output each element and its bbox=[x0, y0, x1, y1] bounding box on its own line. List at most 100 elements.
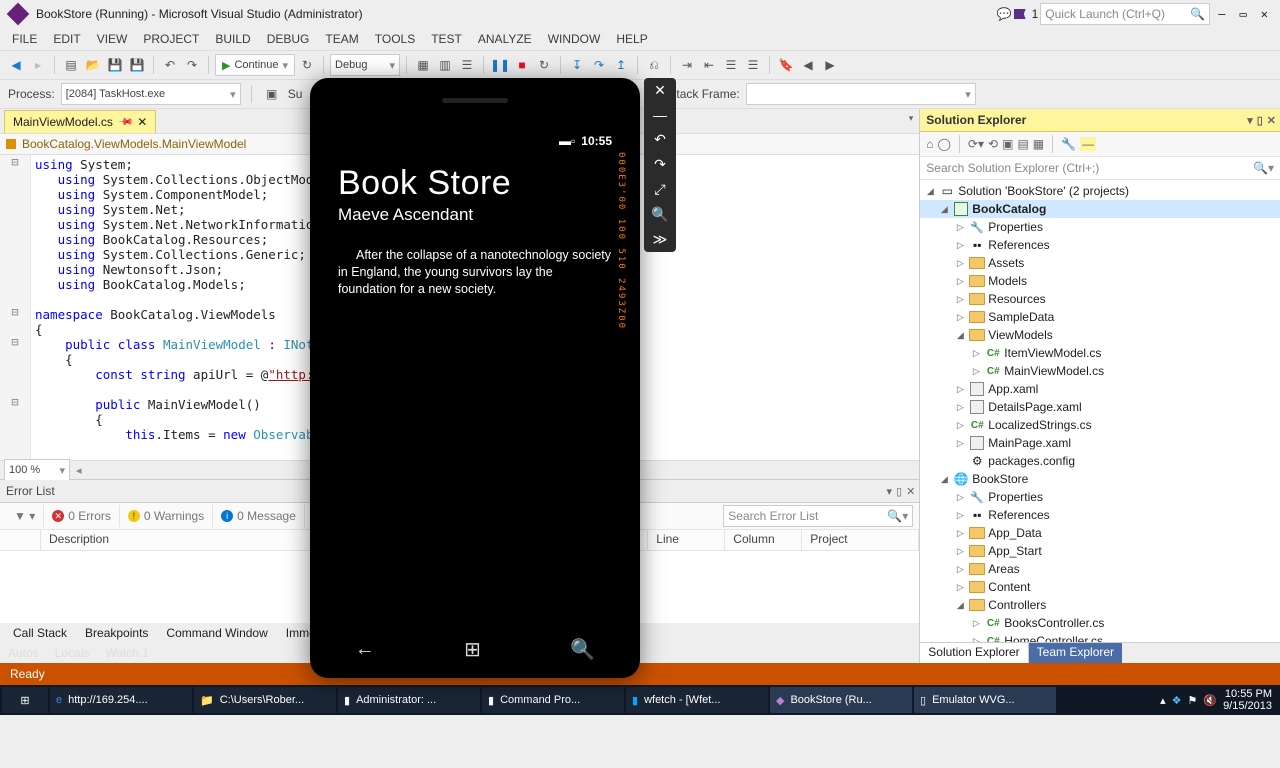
hscroll-left-icon[interactable]: ◂ bbox=[76, 464, 82, 477]
notification-flag-icon[interactable] bbox=[1014, 9, 1026, 19]
errors-toggle[interactable]: ✕ 0 Errors bbox=[44, 505, 120, 527]
properties-icon[interactable]: 🔧 bbox=[1061, 137, 1076, 151]
tree-item[interactable]: packages.config bbox=[988, 454, 1075, 468]
tab-callstack[interactable]: Call Stack bbox=[4, 623, 76, 643]
step-out-button[interactable]: ↥ bbox=[611, 55, 631, 75]
tree-item[interactable]: MainPage.xaml bbox=[988, 436, 1071, 450]
menu-view[interactable]: VIEW bbox=[97, 32, 128, 46]
tree-item[interactable]: DetailsPage.xaml bbox=[988, 400, 1081, 414]
prev-bookmark-icon[interactable]: ◀ bbox=[798, 55, 818, 75]
tray-overflow-icon[interactable]: ▴ bbox=[1160, 694, 1166, 707]
task-item[interactable]: ◆BookStore (Ru... bbox=[770, 687, 912, 713]
uncomment-icon[interactable]: ☰ bbox=[743, 55, 763, 75]
tab-commandwindow[interactable]: Command Window bbox=[157, 623, 276, 643]
pane-close-icon[interactable]: ✕ bbox=[906, 485, 915, 498]
outdent-icon[interactable]: ⇤ bbox=[699, 55, 719, 75]
tree-item[interactable]: Models bbox=[988, 274, 1027, 288]
tab-autos[interactable]: Autos bbox=[8, 646, 39, 660]
menu-build[interactable]: BUILD bbox=[215, 32, 250, 46]
process-combo[interactable]: [2084] TaskHost.exe bbox=[61, 83, 241, 105]
task-item[interactable]: 📁C:\Users\Rober... bbox=[194, 687, 336, 713]
emu-more-button[interactable]: ≫ bbox=[653, 231, 668, 248]
menu-file[interactable]: FILE bbox=[12, 32, 37, 46]
emu-rotate-left-button[interactable]: ↶ bbox=[654, 131, 666, 148]
project-bookcatalog[interactable]: BookCatalog bbox=[972, 202, 1046, 216]
menu-team[interactable]: TEAM bbox=[325, 32, 358, 46]
menu-tools[interactable]: TOOLS bbox=[375, 32, 415, 46]
task-item[interactable]: ▮wfetch - [Wfet... bbox=[626, 687, 768, 713]
tray-clock[interactable]: 10:55 PM 9/15/2013 bbox=[1223, 688, 1272, 712]
nav-forward-button[interactable]: ▸ bbox=[28, 55, 48, 75]
solution-search-input[interactable]: Search Solution Explorer (Ctrl+;) 🔍▾ bbox=[920, 157, 1280, 180]
tool4-icon[interactable]: ⎌ bbox=[644, 55, 664, 75]
tool2-icon[interactable]: ▥ bbox=[435, 55, 455, 75]
solution-root[interactable]: Solution 'BookStore' (2 projects) bbox=[958, 184, 1129, 198]
indent-icon[interactable]: ⇥ bbox=[677, 55, 697, 75]
menu-help[interactable]: HELP bbox=[616, 32, 647, 46]
stackframe-combo[interactable] bbox=[746, 83, 976, 105]
menu-project[interactable]: PROJECT bbox=[143, 32, 199, 46]
emu-minimize-button[interactable]: — bbox=[653, 107, 667, 123]
tab-watch1[interactable]: Watch 1 bbox=[105, 646, 149, 660]
tree-item[interactable]: Properties bbox=[988, 490, 1043, 504]
tree-item[interactable]: ItemViewModel.cs bbox=[1004, 346, 1101, 360]
phone-emulator-window[interactable]: ▬▫ 10:55 Book Store Maeve Ascendant Afte… bbox=[310, 78, 640, 678]
tray-network-icon[interactable]: ❖ bbox=[1172, 694, 1182, 707]
tree-item[interactable]: App.xaml bbox=[988, 382, 1038, 396]
pause-button[interactable]: ❚❚ bbox=[490, 55, 510, 75]
tree-item[interactable]: Controllers bbox=[988, 598, 1046, 612]
pin-icon[interactable]: 📌 bbox=[117, 114, 134, 131]
solution-tree[interactable]: ◢▭Solution 'BookStore' (2 projects) ◢Boo… bbox=[920, 180, 1280, 642]
continue-button[interactable]: ▶ Continue ▾ bbox=[215, 54, 295, 76]
redo-button[interactable]: ↷ bbox=[182, 55, 202, 75]
restore-button[interactable]: ▭ bbox=[1234, 7, 1253, 21]
tree-item[interactable]: Content bbox=[988, 580, 1030, 594]
tree-item[interactable]: ViewModels bbox=[988, 328, 1052, 342]
phone-screen[interactable]: ▬▫ 10:55 Book Store Maeve Ascendant Afte… bbox=[322, 122, 628, 620]
pane-menu-icon[interactable]: ▾ bbox=[1247, 114, 1253, 127]
step-over-button[interactable]: ↷ bbox=[589, 55, 609, 75]
refresh-icon[interactable]: ⟲ bbox=[988, 137, 998, 151]
messages-toggle[interactable]: i 0 Message bbox=[213, 505, 305, 527]
save-button[interactable]: 💾 bbox=[105, 55, 125, 75]
undo-button[interactable]: ↶ bbox=[160, 55, 180, 75]
showall-icon[interactable]: ▤ bbox=[1017, 137, 1028, 151]
tree-item[interactable]: App_Start bbox=[988, 544, 1041, 558]
col-project[interactable]: Project bbox=[802, 530, 919, 550]
tree-item[interactable]: MainViewModel.cs bbox=[1004, 364, 1104, 378]
restart-button[interactable]: ↻ bbox=[297, 55, 317, 75]
tree-item[interactable]: HomeController.cs bbox=[1004, 634, 1103, 642]
task-item[interactable]: ▮Command Pro... bbox=[482, 687, 624, 713]
task-item[interactable]: ▯Emulator WVG... bbox=[914, 687, 1056, 713]
tree-item[interactable]: App_Data bbox=[988, 526, 1041, 540]
menu-analyze[interactable]: ANALYZE bbox=[478, 32, 532, 46]
minimize-button[interactable]: — bbox=[1212, 7, 1231, 21]
tree-item[interactable]: References bbox=[988, 238, 1049, 252]
phone-start-button[interactable]: ⊞ bbox=[464, 637, 481, 662]
tab-overflow-icon[interactable]: ▾ bbox=[909, 113, 914, 124]
tree-item[interactable]: References bbox=[988, 508, 1049, 522]
comment-icon[interactable]: ☰ bbox=[721, 55, 741, 75]
pane-menu-icon[interactable]: ▾ bbox=[886, 485, 892, 498]
emu-close-button[interactable]: ✕ bbox=[654, 82, 666, 99]
back-icon[interactable]: ◯ bbox=[938, 137, 951, 151]
step-into-button[interactable]: ↧ bbox=[567, 55, 587, 75]
suspend-icon[interactable]: ▣ bbox=[262, 84, 282, 104]
editor-tab[interactable]: MainViewModel.cs 📌 ✕ bbox=[4, 110, 156, 133]
tree-item[interactable]: Properties bbox=[988, 220, 1043, 234]
tab-team-explorer[interactable]: Team Explorer bbox=[1029, 643, 1122, 663]
nav-back-button[interactable]: ◀ bbox=[6, 55, 26, 75]
new-project-button[interactable]: ▤ bbox=[61, 55, 81, 75]
tray-flag-icon[interactable]: ⚑ bbox=[1187, 694, 1197, 707]
next-bookmark-icon[interactable]: ▶ bbox=[820, 55, 840, 75]
view-icon[interactable]: ▦ bbox=[1033, 137, 1044, 151]
warnings-toggle[interactable]: ! 0 Warnings bbox=[120, 505, 213, 527]
tree-item[interactable]: BooksController.cs bbox=[1004, 616, 1104, 630]
preview-icon[interactable]: — bbox=[1080, 137, 1096, 151]
zoom-combo[interactable]: 100 % bbox=[4, 459, 70, 481]
tab-breakpoints[interactable]: Breakpoints bbox=[76, 623, 157, 643]
tool-icon[interactable]: ▦ bbox=[413, 55, 433, 75]
start-button[interactable]: ⊞ bbox=[2, 687, 48, 713]
task-item[interactable]: ▮Administrator: ... bbox=[338, 687, 480, 713]
tray-sound-icon[interactable]: 🔇 bbox=[1203, 694, 1217, 707]
